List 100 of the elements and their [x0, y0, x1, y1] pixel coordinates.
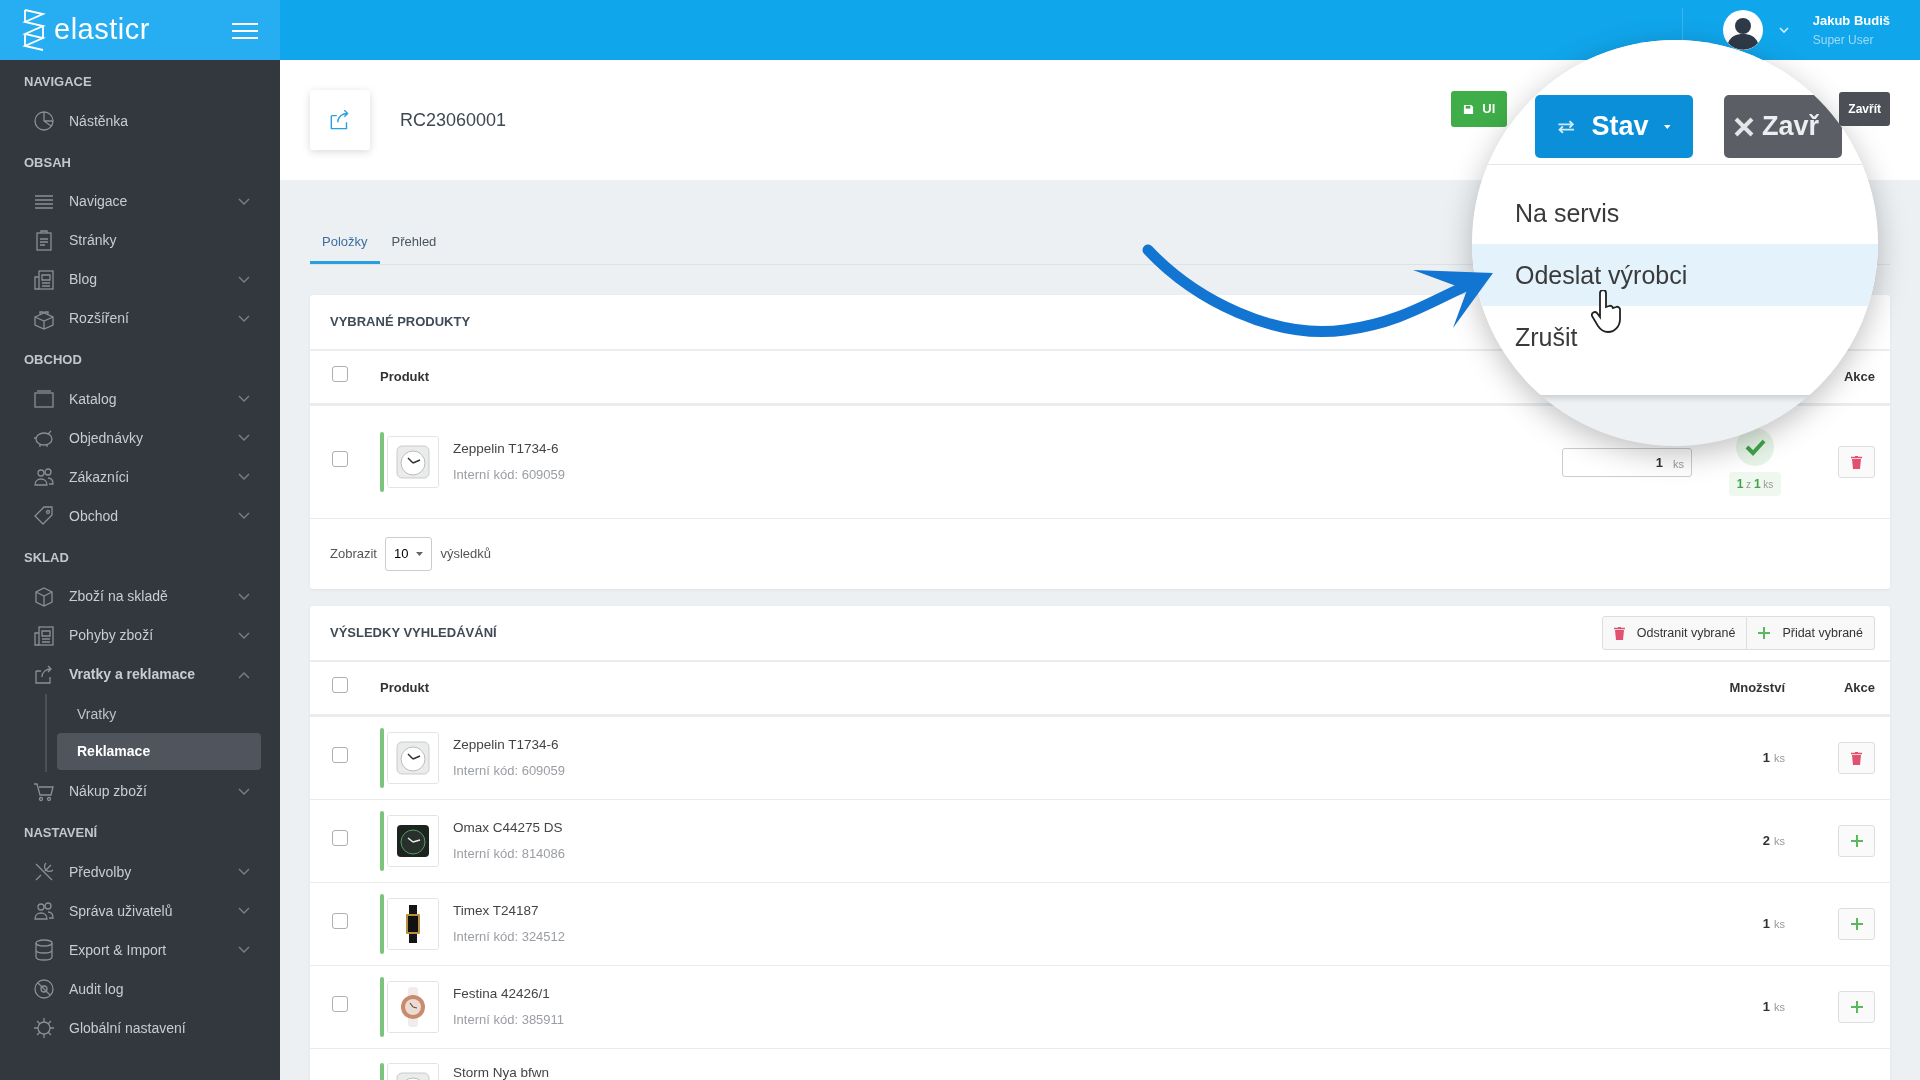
product-code: Interní kód: 324512	[453, 928, 566, 947]
section-title: NASTAVENÍ	[23, 824, 99, 842]
trash-icon	[1851, 751, 1862, 765]
floppy-icon	[1463, 103, 1475, 115]
add-selected-button[interactable]: Přidat vybrané	[1747, 615, 1875, 651]
stock-indicator	[380, 811, 384, 871]
product-code: Interní kód: 814086	[453, 845, 566, 864]
avatar[interactable]	[1722, 10, 1763, 50]
close-button[interactable]: Zavř	[1724, 95, 1842, 158]
row-checkbox[interactable]	[332, 451, 348, 467]
plus-icon	[1850, 835, 1863, 847]
product-code: Interní kód: 385911	[453, 1011, 565, 1030]
product-code: Interní kód: 609059	[453, 466, 566, 485]
plus-icon	[1850, 918, 1863, 930]
newspaper-icon	[32, 623, 56, 648]
add-button[interactable]	[1838, 908, 1875, 940]
results-label: výsledků	[440, 545, 491, 564]
section-title: OBCHOD	[23, 351, 83, 369]
sidebar-item[interactable]: Vratky a reklamace	[0, 655, 280, 694]
menu-item[interactable]: Zrušit	[1472, 306, 1878, 368]
sidebar-item[interactable]: Předvolby	[0, 852, 280, 892]
sidebar-item[interactable]: Objednávky	[0, 418, 280, 458]
column-header: Akce	[1843, 680, 1875, 696]
page-size-select[interactable]: 10	[384, 537, 433, 571]
plus-icon	[1758, 627, 1771, 639]
delete-button[interactable]	[1838, 742, 1875, 774]
stock-indicator	[380, 432, 384, 492]
quantity: 1	[1762, 998, 1770, 1017]
row-checkbox[interactable]	[332, 830, 348, 846]
column-header: Akce	[1843, 369, 1875, 385]
quantity: 1	[1762, 915, 1770, 934]
unit-label: ks	[1774, 999, 1785, 1015]
users-icon	[32, 465, 56, 489]
status-button[interactable]: Stav	[1535, 95, 1693, 158]
product-name[interactable]: Zeppelin T1734-6	[453, 735, 566, 756]
column-header: Produkt	[380, 369, 430, 385]
sidebar-item[interactable]: Export & Import	[0, 930, 280, 970]
column-header: Množství	[1729, 680, 1785, 696]
submenu-item[interactable]: Reklamace	[57, 733, 261, 770]
close-button[interactable]: Zavřít	[1839, 92, 1890, 126]
tab[interactable]: Přehled	[379, 219, 449, 264]
add-button[interactable]	[1838, 991, 1875, 1023]
close-icon	[1734, 116, 1754, 137]
hand-cursor-icon	[1590, 290, 1624, 334]
row-checkbox[interactable]	[332, 366, 348, 383]
user-name: Jakub Budiš	[1812, 12, 1890, 31]
menu-item[interactable]: Odeslat výrobci	[1472, 244, 1878, 306]
section-title: NAVIGACE	[23, 73, 93, 91]
sidebar-item[interactable]: Katalog	[0, 379, 280, 419]
unit-label: ks	[1774, 916, 1785, 932]
users-icon	[32, 899, 56, 923]
sidebar-item[interactable]: Zboží na skladě	[0, 577, 280, 616]
settings-icon	[32, 1016, 56, 1040]
unit-label: ks	[1774, 833, 1785, 849]
trash-icon	[1613, 626, 1625, 640]
sidebar-item[interactable]: Pohyby zboží	[0, 616, 280, 655]
product-code: Interní kód: 609059	[453, 762, 566, 781]
row-checkbox[interactable]	[332, 747, 348, 763]
add-button[interactable]	[1838, 825, 1875, 857]
sidebar-item[interactable]: Rozšíření	[0, 299, 280, 338]
menu-item[interactable]: Na servis	[1472, 182, 1878, 244]
sidebar-item[interactable]: Obchod	[0, 496, 280, 536]
card-title: VYBRANÉ PRODUKTY	[330, 313, 471, 332]
stock-indicator	[380, 728, 384, 788]
sidebar-item[interactable]: Navigace	[0, 182, 280, 221]
submenu-item[interactable]: Vratky	[57, 696, 261, 733]
product-name[interactable]: Omax C44275 DS	[453, 818, 566, 839]
tray-icon	[32, 387, 56, 411]
sidebar-item[interactable]: Globální nastavení	[0, 1008, 280, 1048]
plus-icon	[1850, 1001, 1863, 1013]
unit-label: ks	[1673, 456, 1684, 472]
section-title: SKLAD	[23, 548, 70, 567]
quantity: 2	[1762, 832, 1770, 851]
sidebar-item[interactable]: Nástěnka	[0, 101, 280, 141]
product-name[interactable]: Zeppelin T1734-6	[453, 439, 566, 460]
column-header: Produkt	[380, 680, 430, 696]
sidebar-item[interactable]: Audit log	[0, 969, 280, 1009]
product-name[interactable]: Storm Nya bfwn	[453, 1063, 550, 1080]
sidebar-item[interactable]: Zákazníci	[0, 457, 280, 497]
sidebar-item[interactable]: Nákup zboží	[0, 772, 280, 811]
row-checkbox[interactable]	[332, 996, 348, 1012]
caret-icon	[416, 552, 424, 556]
row-checkbox[interactable]	[332, 677, 348, 694]
sidebar-item[interactable]: Stránky	[0, 221, 280, 260]
section-title: OBSAH	[23, 153, 72, 172]
product-name[interactable]: Timex T24187	[453, 901, 566, 922]
sidebar-item[interactable]: Správa uživatelů	[0, 891, 280, 931]
trash-icon	[1851, 455, 1862, 469]
tab[interactable]: Položky	[310, 219, 380, 264]
stock-indicator	[380, 977, 384, 1037]
caret-icon[interactable]	[1778, 26, 1789, 34]
product-name[interactable]: Festina 42426/1	[453, 984, 565, 1005]
newspaper-icon	[32, 267, 56, 292]
quantity: 1	[1762, 749, 1770, 768]
remove-selected-button[interactable]: Odstranit vybrané	[1601, 615, 1748, 651]
sidebar-item[interactable]: Blog	[0, 260, 280, 299]
delete-button[interactable]	[1838, 446, 1875, 478]
caret-icon	[1664, 123, 1671, 130]
user-role: Super User	[1812, 31, 1875, 49]
row-checkbox[interactable]	[332, 913, 348, 929]
